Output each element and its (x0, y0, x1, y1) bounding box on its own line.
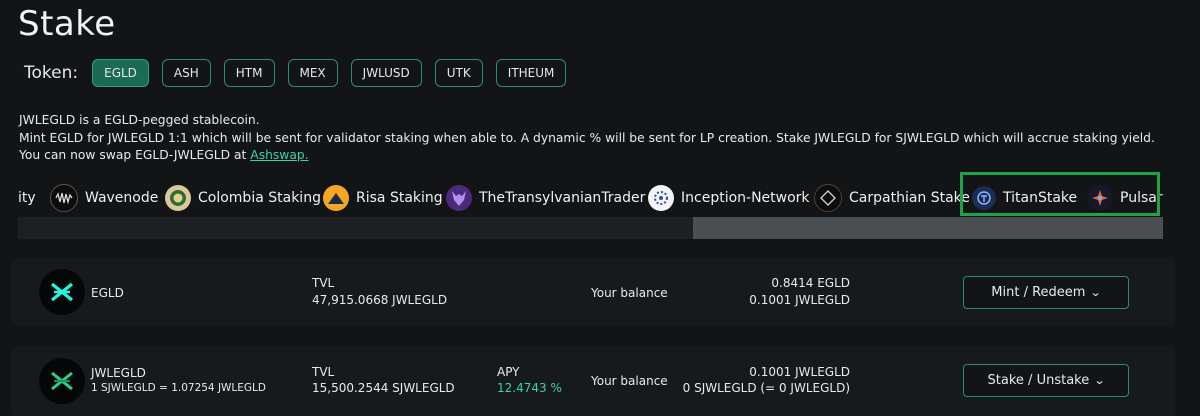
tvl-value: 47,915.0668 JWLEGLD (312, 293, 448, 307)
wolf-logo-icon (446, 185, 472, 211)
inception-logo-icon (648, 185, 674, 211)
token-mex-button[interactable]: MEX (287, 59, 338, 87)
exchange-rate: 1 SJWLEGLD = 1.07254 JWLEGLD (91, 382, 266, 394)
scrollbar-thumb[interactable] (693, 217, 1163, 239)
tvl-label: TVL (312, 276, 335, 290)
balance-line2: 0.1001 JWLEGLD (749, 293, 850, 307)
validator-item-carpathian[interactable]: Carpathian Stake (814, 182, 970, 214)
token-htm-button[interactable]: HTM (223, 59, 275, 87)
apy-label: APY (497, 365, 520, 379)
token-label: Token: (24, 63, 79, 83)
egld-icon (39, 269, 85, 315)
jwlegld-icon (39, 358, 85, 404)
token-itheum-button[interactable]: ITHEUM (495, 59, 567, 87)
balance-line1: 0.8414 EGLD (771, 276, 850, 290)
description-line3: You can now swap EGLD-JWLEGLD at Ashswap… (19, 148, 309, 162)
tvl-label: TVL (312, 365, 335, 379)
highlight-box (960, 172, 1160, 216)
balance-line1: 0.1001 JWLEGLD (749, 365, 850, 379)
token-utk-button[interactable]: UTK (434, 59, 483, 87)
validator-item-inception[interactable]: Inception-Network (648, 182, 810, 214)
validator-item-wavenode[interactable]: Wavenode (50, 182, 158, 214)
row-token-name: JWLEGLD (91, 366, 146, 380)
ashswap-link[interactable]: Ashswap. (250, 148, 308, 162)
token-selector: Token: EGLD ASH HTM MEX JWLUSD UTK ITHEU… (24, 58, 579, 88)
validator-item[interactable]: ity (18, 182, 36, 214)
validator-item-risa[interactable]: Risa Staking (323, 182, 443, 214)
carpathian-logo-icon (814, 184, 842, 212)
description-line2: Mint EGLD for JWLEGLD 1:1 which will be … (19, 130, 1155, 145)
risa-staking-logo-icon (323, 185, 349, 211)
chevron-down-icon: ⌄ (1090, 286, 1103, 299)
page-title: Stake (18, 4, 116, 44)
description: JWLEGLD is a EGLD-pegged stablecoin. Min… (19, 112, 1189, 165)
wavenode-logo-icon (50, 184, 78, 212)
balance-line2: 0 SJWLEGLD (= 0 JWLEGLD) (682, 381, 850, 395)
colombia-staking-logo-icon (165, 185, 191, 211)
validator-item-colombia[interactable]: Colombia Staking (165, 182, 321, 214)
validator-item-transylvanian[interactable]: TheTransylvanianTrader (446, 182, 645, 214)
chevron-down-icon: ⌄ (1093, 374, 1106, 387)
token-ash-button[interactable]: ASH (161, 59, 211, 87)
tvl-value: 15,500.2544 SJWLEGLD (312, 381, 455, 395)
apy-value: 12.4743 % (497, 381, 562, 395)
egld-row: EGLD TVL 47,915.0668 JWLEGLD Your balanc… (11, 258, 1175, 326)
mint-redeem-button[interactable]: Mint / Redeem ⌄ (963, 276, 1129, 309)
jwlegld-row: JWLEGLD 1 SJWLEGLD = 1.07254 JWLEGLD TVL… (11, 346, 1175, 416)
validator-scrollbar[interactable] (18, 217, 1163, 239)
stake-unstake-button[interactable]: Stake / Unstake ⌄ (963, 364, 1129, 397)
row-token-name: EGLD (91, 286, 124, 300)
description-line1: JWLEGLD is a EGLD-pegged stablecoin. (19, 113, 260, 127)
token-egld-button[interactable]: EGLD (92, 59, 149, 87)
token-jwlusd-button[interactable]: JWLUSD (350, 59, 422, 87)
